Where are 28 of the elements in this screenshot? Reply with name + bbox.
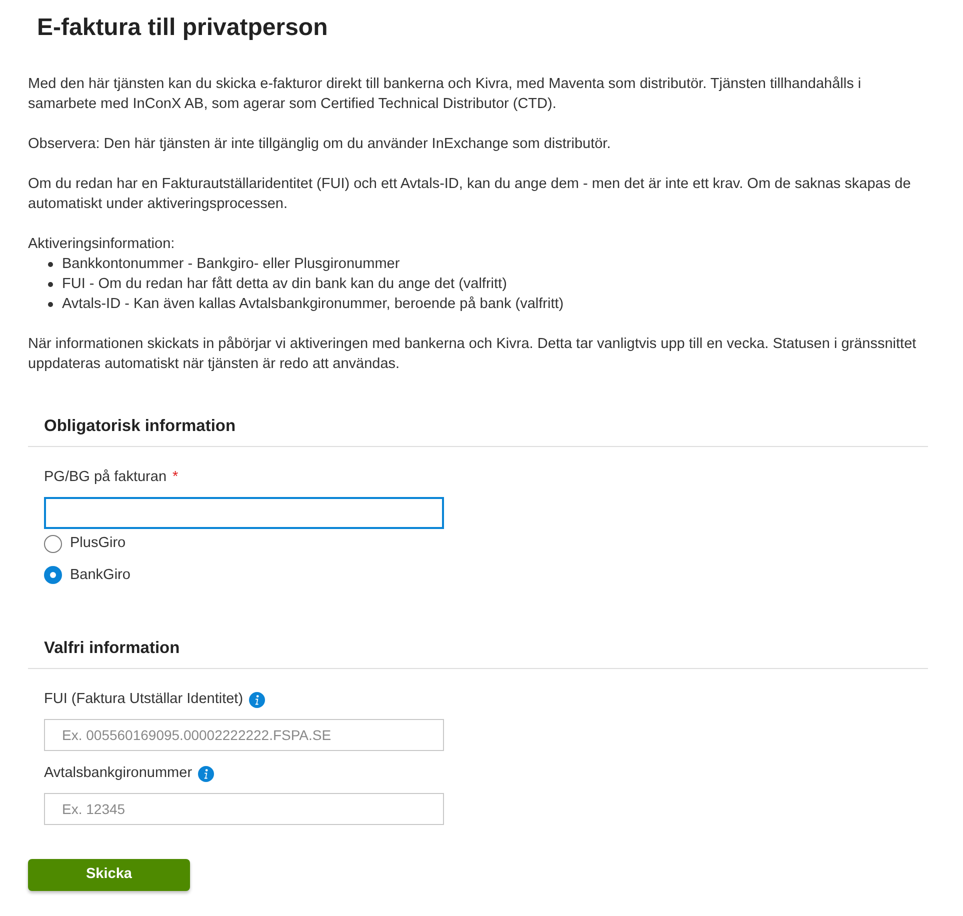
input-field[interactable]: Ex. 12345 bbox=[44, 792, 444, 825]
field-label: Avtalsbankgironummer bbox=[44, 764, 192, 783]
section-heading: Obligatorisk information bbox=[44, 416, 237, 437]
list-item: FUI - Om du redan har fått detta av din bank kan du ange det (valfritt) bbox=[62, 275, 507, 294]
bullet-icon bbox=[48, 302, 53, 306]
field-label: PG/BG på fakturan bbox=[44, 468, 167, 487]
list-heading: Aktiveringsinformation: bbox=[28, 235, 176, 254]
radio-button[interactable] bbox=[44, 534, 62, 553]
input-field[interactable]: Ex. 005560169095.00002222222.FSPA.SE bbox=[44, 719, 444, 751]
list-item: Bankkontonummer - Bankgiro- eller Plusgironummer bbox=[62, 255, 400, 274]
input-field[interactable] bbox=[44, 496, 444, 529]
field-label: FUI (Faktura Utställar Identitet) bbox=[44, 690, 244, 710]
submit-button[interactable]: Skicka bbox=[28, 858, 190, 891]
radio-button[interactable] bbox=[44, 566, 62, 584]
paragraph: Med den här tjänsten kan du skicka e-fakturor direkt till bankerna och Kivra, med Maventa som distributör. Tjänsten tillhandahålls i samarbete med InConX AB, som agerar som Certified Technical Distributor (CTD). bbox=[28, 75, 862, 114]
info-icon[interactable] bbox=[198, 766, 214, 782]
bullet-icon bbox=[48, 282, 53, 286]
paragraph: Om du redan har en Fakturautställaridentitet (FUI) och ett Avtals-ID, kan du ange dem - men det är inte ett krav. Om de saknas skapas de automatiskt under aktiveringsprocessen. bbox=[28, 175, 912, 214]
paragraph: Observera: Den här tjänsten är inte tillgänglig om du använder InExchange som distributör. bbox=[28, 135, 612, 154]
paragraph: När informationen skickats in påbörjar vi aktiveringen med bankerna och Kivra. Detta tar vanligtvis upp till en vecka. Statusen i gränssnittet uppdateras automatiskt när tjänsten är redo att användas. bbox=[28, 335, 918, 374]
page-title: E-faktura till privatperson bbox=[37, 13, 329, 43]
section-heading: Valfri information bbox=[44, 638, 181, 660]
bullet-icon bbox=[48, 262, 53, 266]
info-icon[interactable] bbox=[249, 692, 266, 708]
list-item: Avtals-ID - Kan även kallas Avtalsbankgironummer, beroende på bank (valfritt) bbox=[62, 295, 564, 314]
radio-label[interactable]: BankGiro bbox=[70, 564, 130, 586]
required-mark: * bbox=[172, 468, 178, 487]
radio-label[interactable]: PlusGiro bbox=[70, 532, 126, 554]
